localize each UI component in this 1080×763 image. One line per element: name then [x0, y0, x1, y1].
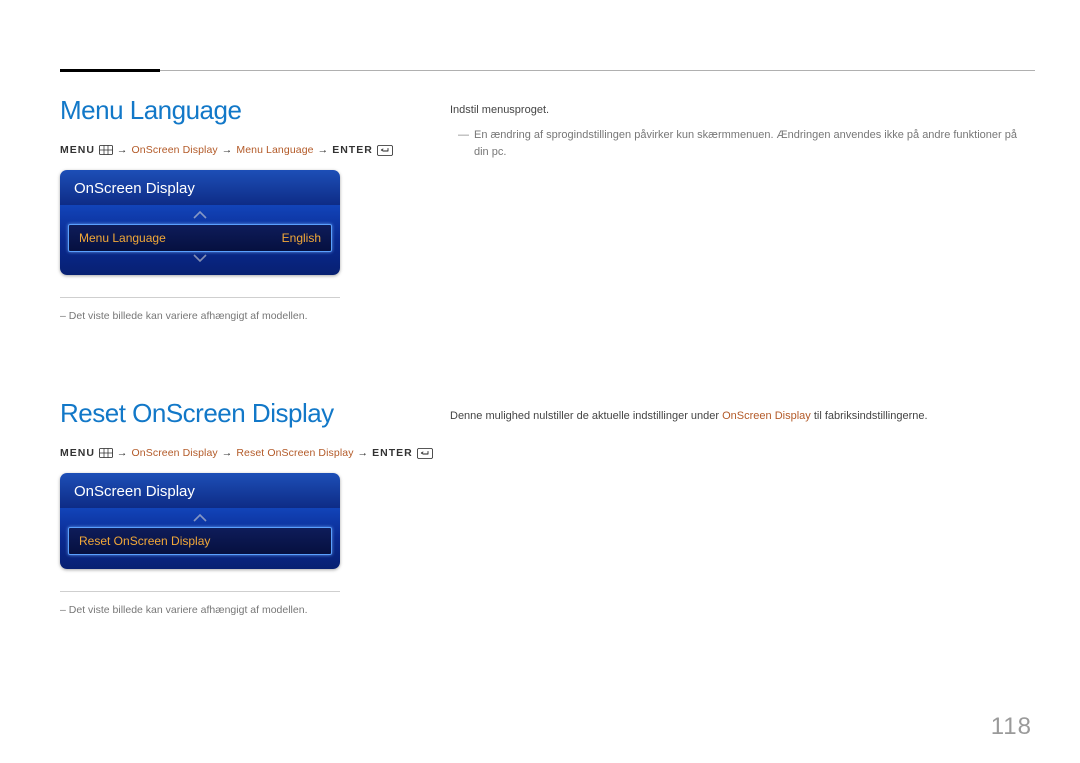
model-disclaimer: Det viste billede kan variere afhængigt …	[60, 604, 400, 616]
page-number: 118	[991, 713, 1032, 741]
osd-panel: OnScreen Display Menu Language English	[60, 170, 340, 275]
enter-icon	[377, 145, 393, 156]
osd-row-menu-language[interactable]: Menu Language English	[68, 224, 332, 252]
osd-row-value: English	[282, 231, 321, 245]
section-title: Reset OnScreen Display	[60, 398, 440, 429]
osd-panel: OnScreen Display Reset OnScreen Display	[60, 473, 340, 569]
osd-panel-body: Reset OnScreen Display	[60, 508, 340, 569]
path-enter-label: ENTER	[332, 144, 373, 156]
arrow-icon: →	[222, 144, 233, 156]
path-segment: Reset OnScreen Display	[236, 447, 353, 459]
osd-panel-header: OnScreen Display	[60, 170, 340, 205]
path-segment: OnScreen Display	[132, 447, 218, 459]
path-menu-label: MENU	[60, 447, 95, 459]
description-text-pre: Denne mulighed nulstiller de aktuelle in…	[450, 410, 722, 422]
section1-description: Indstil menusproget. En ændring af sprog…	[450, 102, 1030, 161]
manual-page: Menu Language MENU → OnScreen Display → …	[0, 0, 1080, 763]
path-segment: Menu Language	[236, 144, 313, 156]
section-title: Menu Language	[60, 95, 440, 126]
menu-grid-icon	[99, 448, 113, 458]
chevron-up-icon[interactable]	[68, 209, 332, 224]
osd-row-label: Menu Language	[79, 231, 166, 245]
description-note: En ændring af sprogindstillingen påvirke…	[450, 127, 1030, 161]
chevron-down-icon[interactable]	[68, 252, 332, 267]
osd-row-label: Reset OnScreen Display	[79, 534, 210, 548]
arrow-icon: →	[222, 447, 233, 459]
menu-grid-icon	[99, 145, 113, 155]
arrow-icon: →	[117, 447, 128, 459]
section-reset-onscreen-display: Reset OnScreen Display MENU → OnScreen D…	[60, 398, 440, 616]
arrow-icon: →	[358, 447, 369, 459]
model-disclaimer: Det viste billede kan variere afhængigt …	[60, 310, 400, 322]
chevron-up-icon[interactable]	[68, 512, 332, 527]
description-text-post: til fabriksindstillingerne.	[811, 410, 928, 422]
osd-row-reset[interactable]: Reset OnScreen Display	[68, 527, 332, 555]
enter-icon	[417, 448, 433, 459]
navigation-path: MENU → OnScreen Display → Menu Language …	[60, 144, 440, 156]
osd-panel-body: Menu Language English	[60, 205, 340, 275]
navigation-path: MENU → OnScreen Display → Reset OnScreen…	[60, 447, 440, 459]
top-rule	[60, 70, 1035, 71]
path-enter-label: ENTER	[372, 447, 413, 459]
path-segment: OnScreen Display	[132, 144, 218, 156]
inline-link-onscreen-display: OnScreen Display	[722, 410, 811, 422]
divider	[60, 297, 340, 298]
divider	[60, 591, 340, 592]
arrow-icon: →	[318, 144, 329, 156]
osd-panel-header: OnScreen Display	[60, 473, 340, 508]
path-menu-label: MENU	[60, 144, 95, 156]
description-text: Indstil menusproget.	[450, 102, 1030, 119]
section2-description: Denne mulighed nulstiller de aktuelle in…	[450, 408, 1030, 425]
section-menu-language: Menu Language MENU → OnScreen Display → …	[60, 95, 440, 322]
top-rule-accent	[60, 69, 160, 72]
arrow-icon: →	[117, 144, 128, 156]
